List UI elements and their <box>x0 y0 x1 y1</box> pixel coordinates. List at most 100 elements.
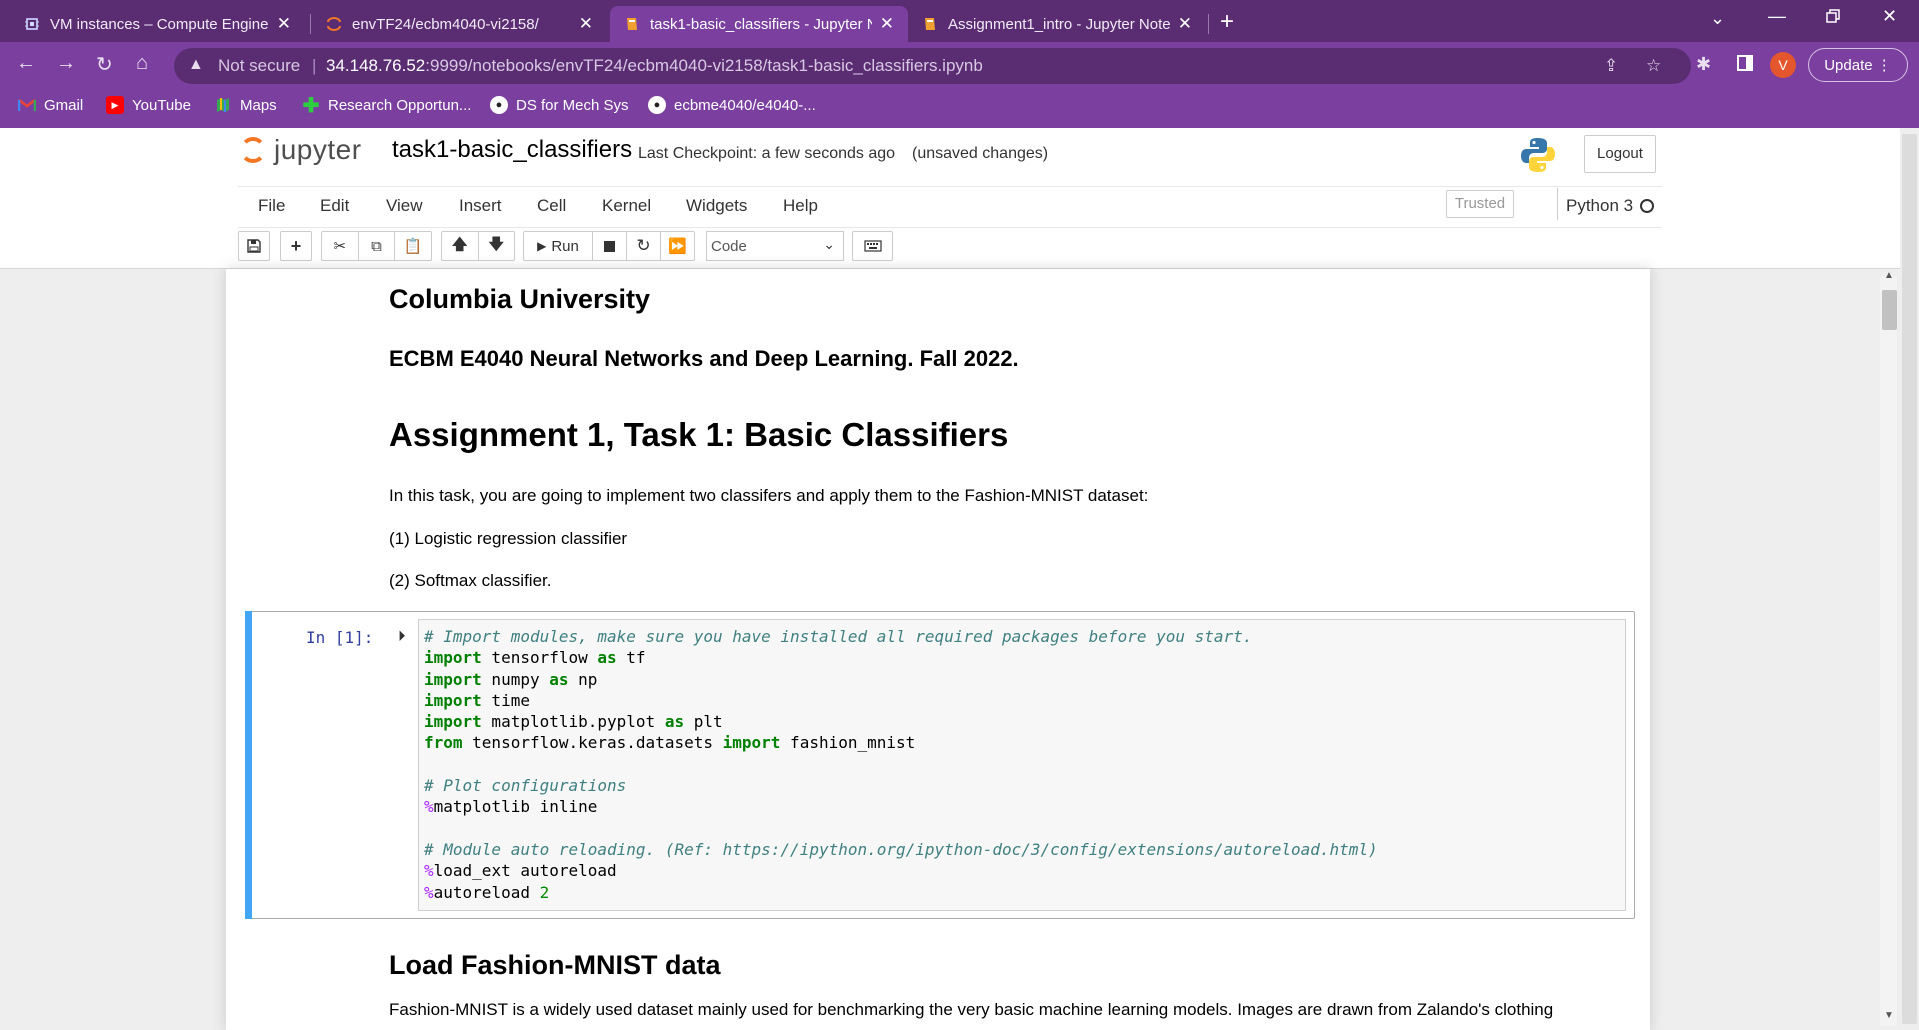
save-icon <box>247 239 261 253</box>
cut-button[interactable]: ✂ <box>322 232 359 260</box>
bookmark-label: Gmail <box>44 96 84 114</box>
restart-button[interactable]: ↻ <box>627 232 661 260</box>
bookmark-gmail[interactable]: Gmail <box>18 96 83 114</box>
tab-vm-instances[interactable]: VM instances – Compute Engine ✕ <box>10 6 305 42</box>
menu-view[interactable]: View <box>386 196 423 216</box>
warning-icon: ▲ <box>188 56 204 73</box>
bookmark-ds-mech-sys[interactable]: ● DS for Mech Sys <box>490 96 629 114</box>
url-path: :9999/notebooks/envTF24/ecbm4040-vi2158/… <box>425 56 983 75</box>
code-token: as <box>597 648 617 668</box>
notebook-name[interactable]: task1-basic_classifiers <box>392 136 632 164</box>
jupyter-notebook-icon <box>922 16 938 32</box>
close-tab-icon[interactable]: ✕ <box>579 14 593 34</box>
tab-task1-notebook[interactable]: task1-basic_classifiers - Jupyter N ✕ <box>610 6 908 42</box>
tab-envtf24[interactable]: envTF24/ecbm4040-vi2158/ ✕ <box>312 6 607 42</box>
menu-cell[interactable]: Cell <box>537 196 566 216</box>
notebook-scrollbar-thumb[interactable] <box>1882 290 1897 330</box>
cell-prompt: In [1]: <box>306 628 374 647</box>
restart-run-all-button[interactable]: ⏩ <box>661 232 694 260</box>
insert-cell-button[interactable]: + <box>280 231 312 261</box>
maps-icon <box>214 96 232 114</box>
interrupt-button[interactable] <box>593 232 627 260</box>
move-button-group: 🡅 🡇 <box>441 231 515 261</box>
share-icon[interactable]: ⇪ <box>1604 56 1618 76</box>
arrow-up-icon: 🡅 <box>452 235 468 253</box>
scroll-up-icon[interactable]: ▲ <box>1884 270 1894 281</box>
close-tab-icon[interactable]: ✕ <box>277 14 291 34</box>
jupyter-logo[interactable]: jupyter <box>240 134 362 166</box>
heading-course: ECBM E4040 Neural Networks and Deep Lear… <box>389 346 1019 371</box>
tab-separator <box>1208 14 1209 34</box>
minimize-icon[interactable]: — <box>1768 6 1786 27</box>
page-scrollbar-track[interactable] <box>1902 134 1917 1024</box>
code-token: as <box>549 669 569 689</box>
python-logo-icon <box>1518 135 1558 175</box>
menu-kernel[interactable]: Kernel <box>602 196 651 216</box>
bookmark-star-icon[interactable]: ☆ <box>1646 56 1661 76</box>
code-token: tensorflow <box>481 648 598 668</box>
code-token: matplotlib inline <box>433 797 598 817</box>
code-token: tf <box>616 648 646 668</box>
copy-button[interactable]: ⧉ <box>359 232 396 260</box>
checkpoint-status: Last Checkpoint: a few seconds ago <box>638 145 896 162</box>
copy-icon: ⧉ <box>371 237 382 255</box>
command-palette-button[interactable] <box>852 231 893 261</box>
paste-button[interactable]: 📋 <box>395 232 431 260</box>
bookmark-label: Research Opportun... <box>328 96 472 114</box>
gmail-icon <box>18 96 36 114</box>
run-button-group: ▶ Run ↻ ⏩ <box>523 231 695 261</box>
forward-icon[interactable]: → <box>56 52 76 75</box>
side-panel-icon[interactable] <box>1736 54 1754 78</box>
trusted-indicator[interactable]: Trusted <box>1446 190 1514 218</box>
arrow-down-icon: 🡇 <box>488 235 504 253</box>
more-menu-icon: ⋮ <box>1876 57 1892 74</box>
menu-file[interactable]: File <box>258 196 285 216</box>
intro-paragraph: In this task, you are going to implement… <box>389 486 1149 505</box>
code-token: import <box>424 669 482 689</box>
move-down-button[interactable]: 🡇 <box>479 232 515 260</box>
code-token: import <box>424 712 482 732</box>
notebook-scrollbar-track[interactable] <box>1880 276 1897 1026</box>
run-button[interactable]: ▶ Run <box>524 232 593 260</box>
code-token: import <box>424 648 482 668</box>
extensions-icon[interactable]: ✱ <box>1696 54 1711 75</box>
kernel-name[interactable]: Python 3 <box>1566 196 1633 216</box>
tab-assignment1-intro[interactable]: Assignment1_intro - Jupyter Note ✕ <box>908 6 1206 42</box>
back-icon[interactable]: ← <box>16 52 36 75</box>
logout-button[interactable]: Logout <box>1584 135 1656 173</box>
menu-edit[interactable]: Edit <box>320 196 349 216</box>
code-content[interactable]: # Import modules, make sure you have ins… <box>424 626 1378 903</box>
scroll-down-icon[interactable]: ▼ <box>1884 1010 1894 1021</box>
move-up-button[interactable]: 🡅 <box>442 232 479 260</box>
code-token: % <box>424 861 434 881</box>
menu-help[interactable]: Help <box>783 196 818 216</box>
menu-insert[interactable]: Insert <box>459 196 502 216</box>
code-token: time <box>481 690 530 710</box>
new-tab-icon[interactable]: + <box>1220 8 1234 36</box>
update-button[interactable]: Update ⋮ <box>1808 48 1908 82</box>
github-icon: ● <box>490 96 508 114</box>
menu-widgets[interactable]: Widgets <box>686 196 747 216</box>
close-tab-icon[interactable]: ✕ <box>1178 14 1192 34</box>
run-cell-icon[interactable]: ⏵ <box>398 628 406 645</box>
bookmark-ecbme4040[interactable]: ● ecbme4040/e4040-... <box>648 96 816 114</box>
bookmarks-bar <box>0 88 1919 128</box>
tab-search-chevron-icon[interactable]: ⌄ <box>1710 8 1725 29</box>
url-input[interactable]: ▲ Not secure | 34.148.76.52:9999/noteboo… <box>174 48 1691 84</box>
code-token: matplotlib.pyplot <box>481 712 665 732</box>
bookmark-research-opportunities[interactable]: ✚ Research Opportun... <box>302 95 472 117</box>
save-button[interactable] <box>238 231 270 261</box>
heading-university: Columbia University <box>389 284 651 314</box>
bookmark-maps[interactable]: Maps <box>214 96 277 114</box>
profile-avatar[interactable]: V <box>1770 52 1796 78</box>
bookmark-label: YouTube <box>132 96 191 114</box>
close-tab-icon[interactable]: ✕ <box>880 14 894 34</box>
close-window-icon[interactable]: ✕ <box>1882 6 1897 27</box>
restore-icon[interactable] <box>1825 8 1841 29</box>
cell-type-select[interactable]: Code ⌄ <box>706 231 844 261</box>
bookmark-youtube[interactable]: ▶ YouTube <box>106 96 191 114</box>
reload-icon[interactable]: ↻ <box>96 52 113 77</box>
paste-icon: 📋 <box>403 238 423 255</box>
youtube-icon: ▶ <box>106 96 124 114</box>
home-icon[interactable]: ⌂ <box>136 52 148 75</box>
